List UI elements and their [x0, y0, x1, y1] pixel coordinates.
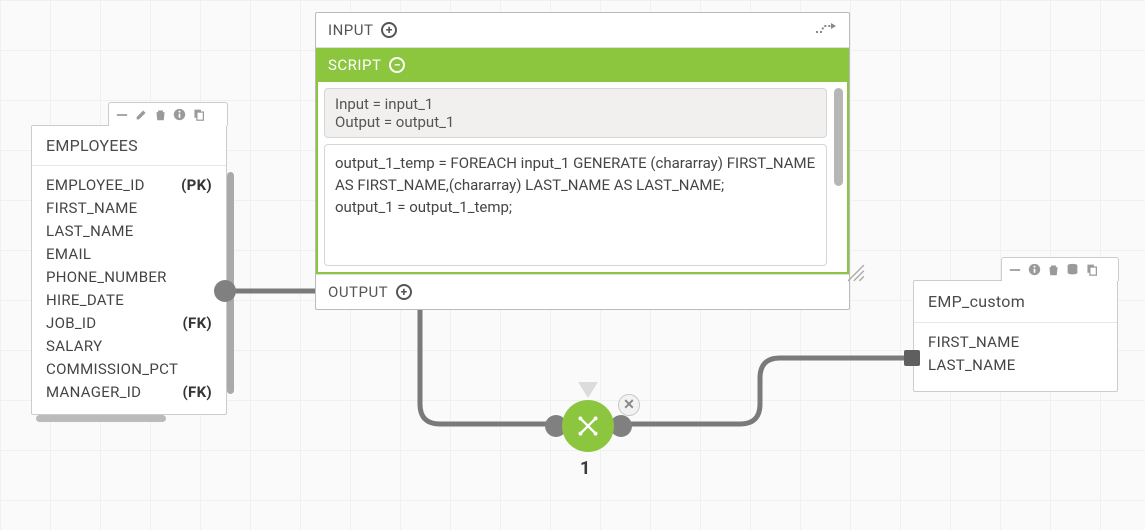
employees-toolbar: [108, 102, 228, 126]
emp-custom-input-port[interactable]: [904, 350, 920, 366]
script-body: Input = input_1 Output = output_1 output…: [316, 82, 849, 274]
emp-custom-entity[interactable]: EMP_custom FIRST_NAME LAST_NAME: [913, 280, 1118, 392]
column-row: COMMISSION_PCT: [46, 358, 212, 381]
emp-custom-title: EMP_custom: [914, 281, 1117, 323]
column-row: MANAGER_ID(FK): [46, 381, 212, 404]
emp-custom-toolbar: [1001, 257, 1119, 281]
output-section-header[interactable]: OUTPUT +: [316, 274, 849, 309]
column-row: LAST_NAME: [46, 220, 212, 243]
script-scrollbar[interactable]: [834, 88, 843, 186]
input-section-label: INPUT: [328, 21, 373, 39]
node-label: 1: [580, 458, 590, 479]
trash-icon[interactable]: [1046, 263, 1060, 277]
column-row: EMPLOYEE_ID(PK): [46, 174, 212, 197]
column-row: HIRE_DATE: [46, 289, 212, 312]
employees-entity[interactable]: EMPLOYEES EMPLOYEE_ID(PK) FIRST_NAME LAS…: [31, 125, 227, 415]
column-row: JOB_ID(FK): [46, 312, 212, 335]
column-row: PHONE_NUMBER: [46, 266, 212, 289]
trash-icon[interactable]: [153, 108, 167, 122]
minimize-icon[interactable]: [1008, 263, 1022, 277]
column-row: LAST_NAME: [928, 354, 1103, 377]
transform-node-icon: [575, 413, 601, 439]
column-row: FIRST_NAME: [928, 331, 1103, 354]
transform-node[interactable]: [562, 400, 614, 452]
employees-columns: EMPLOYEE_ID(PK) FIRST_NAME LAST_NAME EMA…: [32, 166, 226, 414]
minimize-icon[interactable]: [115, 108, 129, 122]
column-row: EMAIL: [46, 243, 212, 266]
employees-title: EMPLOYEES: [32, 126, 226, 166]
emp-custom-columns: FIRST_NAME LAST_NAME: [914, 323, 1117, 391]
script-code-block[interactable]: output_1_temp = FOREACH input_1 GENERATE…: [324, 144, 827, 266]
script-section-label: SCRIPT: [328, 56, 381, 74]
column-row: SALARY: [46, 335, 212, 358]
employees-output-port[interactable]: [214, 280, 236, 302]
info-icon[interactable]: [1027, 263, 1041, 277]
add-output-icon[interactable]: +: [396, 284, 412, 300]
edit-icon[interactable]: [134, 108, 148, 122]
input-section-header[interactable]: INPUT +: [316, 13, 849, 48]
collapse-script-icon[interactable]: −: [389, 57, 405, 73]
column-row: FIRST_NAME: [46, 197, 212, 220]
header-curve-icon[interactable]: [815, 22, 837, 38]
script-section-header[interactable]: SCRIPT −: [316, 48, 849, 82]
script-io-block: Input = input_1 Output = output_1: [324, 88, 827, 138]
copy-icon[interactable]: [1084, 263, 1098, 277]
output-section-label: OUTPUT: [328, 283, 388, 301]
copy-icon[interactable]: [191, 108, 205, 122]
transform-panel[interactable]: INPUT + SCRIPT − Input = input_1 Output …: [315, 12, 850, 310]
scrollbar-horizontal[interactable]: [36, 415, 166, 422]
info-icon[interactable]: [172, 108, 186, 122]
resize-handle-icon[interactable]: [847, 264, 865, 282]
add-input-icon[interactable]: +: [381, 22, 397, 38]
node-close-button[interactable]: ✕: [618, 394, 640, 416]
database-icon[interactable]: [1065, 263, 1079, 277]
